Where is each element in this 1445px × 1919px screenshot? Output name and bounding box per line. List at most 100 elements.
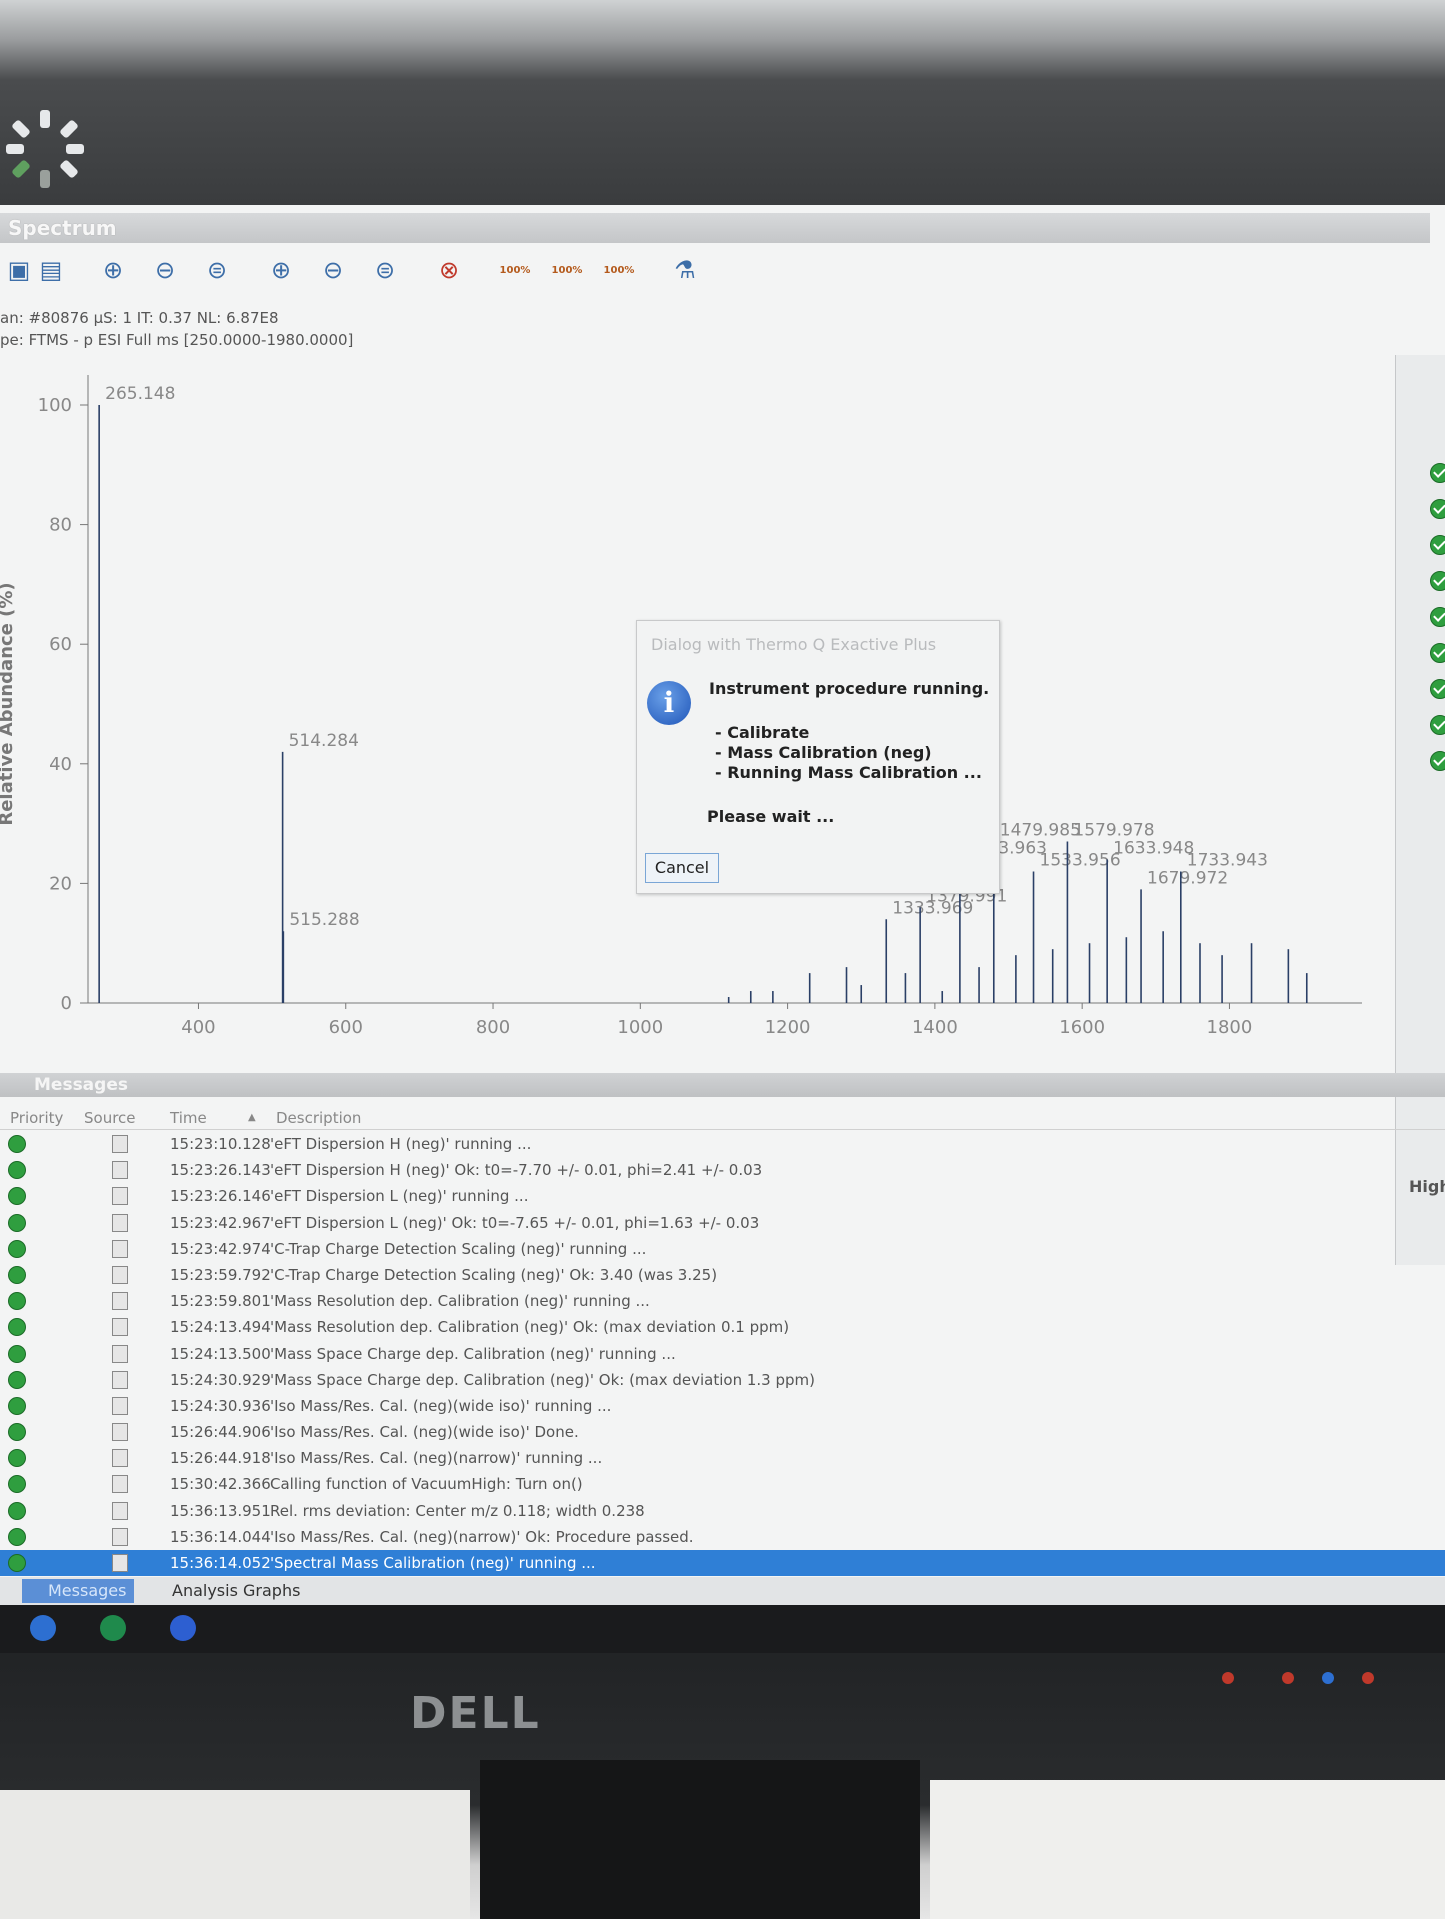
ok-check-icon (1430, 751, 1445, 771)
message-description: Rel. rms deviation: Center m/z 0.118; wi… (270, 1501, 645, 1520)
y-tick-label: 80 (49, 515, 72, 536)
cancel-button[interactable]: Cancel (645, 853, 719, 883)
source-icon (112, 1161, 128, 1180)
message-description: 'Iso Mass/Res. Cal. (neg)(wide iso)' run… (270, 1396, 612, 1415)
normalize-100-bar-icon[interactable]: 100% (548, 251, 586, 289)
message-time: 15:36:14.052 (170, 1554, 271, 1572)
ok-status-icon (8, 1449, 26, 1468)
message-time: 15:30:42.366 (170, 1475, 271, 1494)
ok-status-icon (8, 1318, 26, 1337)
source-icon (112, 1501, 128, 1520)
desk-paper (0, 1790, 470, 1919)
zoom-y-reset-icon[interactable]: ⊜ (366, 251, 404, 289)
tab-analysis-graphs[interactable]: Analysis Graphs (146, 1579, 308, 1603)
normalize-100-scale-icon[interactable]: 100% (600, 251, 638, 289)
desk-paper (930, 1780, 1445, 1919)
messages-column-headers: Priority Source Time ▲ Description (0, 1107, 1445, 1130)
taskbar-app-icon[interactable] (100, 1615, 126, 1641)
message-description: 'Spectral Mass Calibration (neg)' runnin… (270, 1554, 596, 1572)
dialog-message: Instrument procedure running. (709, 679, 990, 698)
message-row[interactable]: 15:26:44.906 'Iso Mass/Res. Cal. (neg)(wi… (0, 1419, 1445, 1445)
message-row[interactable]: 15:24:30.929 'Mass Space Charge dep. Cali… (0, 1367, 1445, 1393)
zoom-out-icon[interactable]: ⊖ (146, 251, 184, 289)
message-description: 'Iso Mass/Res. Cal. (neg)(narrow)' runni… (270, 1449, 603, 1468)
taskbar-app-icon[interactable] (170, 1615, 196, 1641)
message-row[interactable]: 15:23:42.967'eFT Dispersion L (neg)' Ok:… (0, 1210, 1445, 1236)
y-tick-label: 40 (49, 754, 72, 775)
peak-label: 1679.972 (1147, 868, 1228, 888)
message-row[interactable]: 15:30:42.366 Calling function of VacuumHi… (0, 1471, 1445, 1497)
message-description: 'Mass Resolution dep. Calibration (neg)'… (270, 1292, 650, 1311)
message-description: 'Mass Space Charge dep. Calibration (neg… (270, 1370, 816, 1389)
source-icon (112, 1318, 128, 1337)
message-row[interactable]: 15:23:42.974 'C-Trap Charge Detection Sca… (0, 1236, 1445, 1262)
message-row[interactable]: 15:24:30.936 'Iso Mass/Res. Cal. (neg)(wi… (0, 1393, 1445, 1419)
dialog-title: Dialog with Thermo Q Exactive Plus (651, 635, 937, 654)
message-time: 15:23:59.792 (170, 1265, 271, 1284)
source-icon (112, 1135, 128, 1153)
message-row[interactable]: 15:24:13.500 'Mass Space Charge dep. Cali… (0, 1341, 1445, 1367)
message-row[interactable]: 15:23:10.128'eFT Dispersion H (neg)' run… (0, 1131, 1445, 1157)
message-row[interactable]: 15:23:59.801 'Mass Resolution dep. Calibr… (0, 1288, 1445, 1314)
taskbar-app-icon[interactable] (30, 1615, 56, 1641)
x-tick-label: 1000 (617, 1017, 663, 1038)
column-description[interactable]: Description (276, 1109, 361, 1127)
ok-check-icon (1430, 679, 1445, 699)
message-description: 'C-Trap Charge Detection Scaling (neg)' … (270, 1265, 718, 1284)
source-icon (112, 1344, 128, 1363)
zoom-reset-icon[interactable]: ⊜ (198, 251, 236, 289)
zoom-out-y-icon[interactable]: ⊖ (314, 251, 352, 289)
loading-spinner-icon (6, 110, 84, 188)
normalize-100-icon[interactable]: 100% (496, 251, 534, 289)
message-time: 15:24:30.929 (170, 1370, 271, 1389)
message-time: 15:23:59.801 (170, 1292, 271, 1311)
column-priority[interactable]: Priority (10, 1109, 63, 1127)
y-tick-label: 20 (49, 873, 72, 894)
column-source[interactable]: Source (84, 1109, 136, 1127)
message-description: 'Iso Mass/Res. Cal. (neg)(wide iso)' Don… (270, 1423, 579, 1442)
zoom-cancel-icon[interactable]: ⊗ (430, 251, 468, 289)
y-axis-label: Relative Abundance (%) (0, 582, 17, 825)
zoom-in-icon[interactable]: ⊕ (94, 251, 132, 289)
message-time: 15:36:13.951 (170, 1501, 271, 1520)
message-row[interactable]: 15:26:44.918 'Iso Mass/Res. Cal. (neg)(na… (0, 1445, 1445, 1471)
dialog-step-calibrate: - Calibrate (715, 723, 810, 742)
message-row[interactable]: 15:23:26.146'eFT Dispersion L (neg)' run… (0, 1183, 1445, 1209)
message-time: 15:23:42.967 (170, 1213, 271, 1232)
peak-label: 514.284 (289, 731, 359, 751)
ok-status-icon (8, 1475, 26, 1494)
message-row[interactable]: 15:36:14.044 'Iso Mass/Res. Cal. (neg)(na… (0, 1524, 1445, 1550)
peak-label: 1633.948 (1113, 838, 1194, 858)
dialog-step-mass-calibration: - Mass Calibration (neg) (715, 743, 932, 762)
ok-check-icon (1430, 607, 1445, 627)
column-time[interactable]: Time (170, 1109, 207, 1127)
source-icon (112, 1370, 128, 1389)
y-tick-label: 60 (49, 634, 72, 655)
source-icon (112, 1213, 128, 1232)
x-tick-label: 800 (476, 1017, 510, 1038)
message-row[interactable]: 15:36:14.052 'Spectral Mass Calibration (… (0, 1550, 1445, 1577)
message-time: 15:36:14.044 (170, 1527, 271, 1546)
x-tick-label: 400 (181, 1017, 215, 1038)
spectrum-toolbar: ▣ ▤ ⊕ ⊖ ⊜ ⊕ ⊖ ⊜ ⊗ 100% 100% 100% ⚗ (0, 245, 1430, 297)
message-row[interactable]: 15:36:13.951 Rel. rms deviation: Center m… (0, 1498, 1445, 1524)
x-tick-label: 1200 (765, 1017, 811, 1038)
message-row[interactable]: 15:24:13.494 'Mass Resolution dep. Calibr… (0, 1314, 1445, 1340)
flask-icon[interactable]: ⚗ (666, 251, 704, 289)
source-icon (112, 1239, 128, 1258)
ok-status-icon (8, 1554, 26, 1572)
message-row[interactable]: 15:23:26.143'eFT Dispersion H (neg)' Ok:… (0, 1157, 1445, 1183)
ok-check-icon (1430, 571, 1445, 591)
ok-status-icon (8, 1187, 26, 1206)
tab-messages[interactable]: Messages (22, 1579, 135, 1603)
message-description: Calling function of VacuumHigh: Turn on(… (270, 1475, 583, 1494)
message-row[interactable]: 15:23:59.792 'C-Trap Charge Detection Sca… (0, 1262, 1445, 1288)
zoom-in-y-icon[interactable]: ⊕ (262, 251, 300, 289)
monitor-top-area (0, 0, 1445, 205)
bottom-tabs: Messages Analysis Graphs (0, 1577, 1445, 1605)
procedure-dialog: Dialog with Thermo Q Exactive Plus i Ins… (636, 620, 1000, 894)
print-icon[interactable]: ▤ (32, 251, 70, 289)
monitor-brand-logo: DELL (410, 1688, 541, 1739)
message-description: 'Iso Mass/Res. Cal. (neg)(narrow)' Ok: P… (270, 1527, 694, 1546)
info-icon: i (647, 681, 691, 725)
